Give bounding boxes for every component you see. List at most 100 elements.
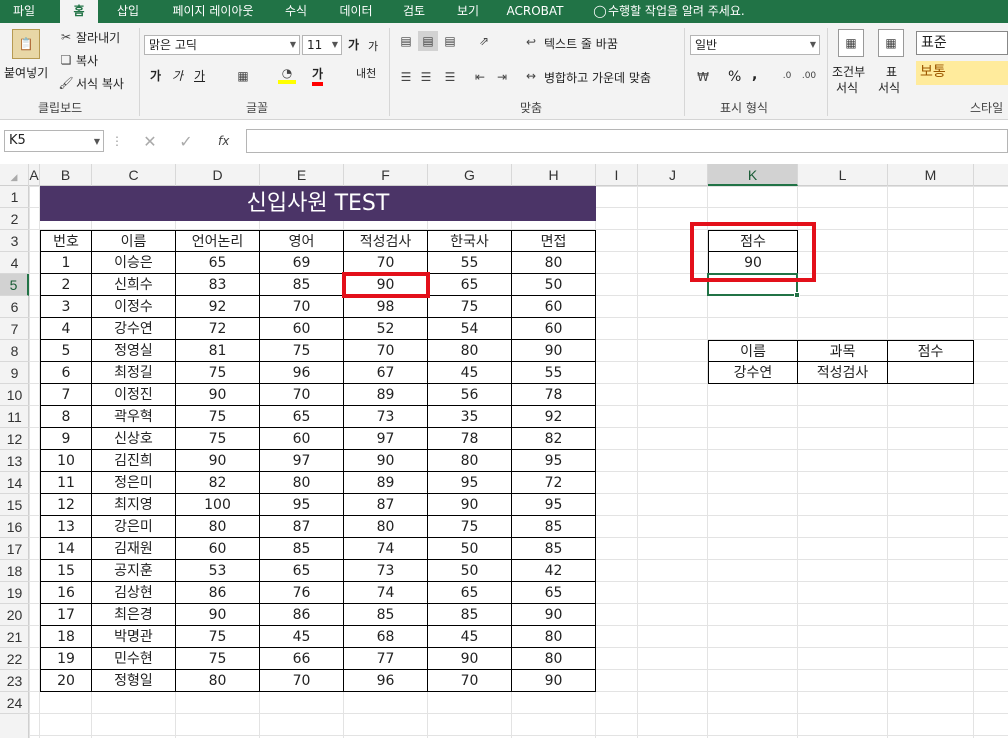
row-header-14[interactable]: 14 <box>0 472 29 494</box>
table-cell[interactable]: 55 <box>512 362 596 384</box>
format-as-table-icon[interactable]: ▦ <box>878 29 904 57</box>
italic-button[interactable]: 가 <box>172 68 183 84</box>
table-cell[interactable]: 신희수 <box>92 274 176 296</box>
tab-file[interactable]: 파일 <box>0 0 48 23</box>
table-cell[interactable]: 민수현 <box>92 648 176 670</box>
font-name-select[interactable]: 맑은 고딕 ▼ <box>144 35 300 55</box>
table-cell[interactable]: 95 <box>260 494 344 516</box>
tab-formulas[interactable]: 수식 <box>276 0 316 23</box>
table-cell[interactable]: 최지영 <box>92 494 176 516</box>
table-cell[interactable]: 90 <box>176 604 260 626</box>
table-cell[interactable]: 74 <box>344 582 428 604</box>
table-cell[interactable]: 86 <box>176 582 260 604</box>
table-cell[interactable]: 70 <box>260 296 344 318</box>
column-header-C[interactable]: C <box>92 164 176 186</box>
table-cell[interactable]: 9 <box>40 428 92 450</box>
table-cell[interactable]: 4 <box>40 318 92 340</box>
style-normal[interactable]: 표준 <box>916 31 1008 55</box>
shrink-font-button[interactable]: 가 <box>368 39 378 55</box>
table-cell[interactable]: 70 <box>344 340 428 362</box>
table-cell[interactable]: 13 <box>40 516 92 538</box>
table-cell[interactable]: 70 <box>260 384 344 406</box>
column-header-H[interactable]: H <box>512 164 596 186</box>
table-cell[interactable]: 8 <box>40 406 92 428</box>
table-cell[interactable]: 97 <box>260 450 344 472</box>
table-cell[interactable]: 87 <box>344 494 428 516</box>
row-header-19[interactable]: 19 <box>0 582 29 604</box>
table-cell[interactable]: 50 <box>512 274 596 296</box>
lookup-header-cell[interactable]: 과목 <box>798 340 888 362</box>
table-header-cell[interactable]: 한국사 <box>428 230 512 252</box>
table-cell[interactable]: 김진희 <box>92 450 176 472</box>
column-header-I[interactable]: I <box>596 164 638 186</box>
align-middle-icon[interactable]: ▤ <box>418 31 438 51</box>
table-cell[interactable]: 이승은 <box>92 252 176 274</box>
paste-button[interactable]: 붙여넣기 <box>4 65 48 81</box>
conditional-format-button[interactable]: 조건부 <box>832 64 865 80</box>
align-bottom-icon[interactable]: ▤ <box>442 33 458 49</box>
table-header-cell[interactable]: 영어 <box>260 230 344 252</box>
table-cell[interactable]: 70 <box>260 670 344 692</box>
row-header-4[interactable]: 4 <box>0 252 29 274</box>
table-cell[interactable]: 박명관 <box>92 626 176 648</box>
merge-icon[interactable]: ↔ <box>524 69 538 83</box>
tell-me-search[interactable]: 수행할 작업을 알려 주세요. <box>608 0 764 23</box>
table-cell[interactable]: 60 <box>260 428 344 450</box>
table-cell[interactable]: 85 <box>344 604 428 626</box>
table-cell[interactable]: 11 <box>40 472 92 494</box>
table-cell[interactable]: 65 <box>176 252 260 274</box>
phonetic-button[interactable]: 내천 <box>356 66 376 82</box>
align-center-icon[interactable]: ☰ <box>418 69 434 85</box>
tab-review[interactable]: 검토 <box>394 0 434 23</box>
table-cell[interactable]: 최정길 <box>92 362 176 384</box>
row-header-23[interactable]: 23 <box>0 670 29 692</box>
table-cell[interactable]: 98 <box>344 296 428 318</box>
table-cell[interactable]: 85 <box>260 274 344 296</box>
table-cell[interactable]: 90 <box>512 604 596 626</box>
increase-indent-icon[interactable]: ⇥ <box>494 69 510 85</box>
table-cell[interactable]: 65 <box>428 582 512 604</box>
table-cell[interactable]: 80 <box>344 516 428 538</box>
table-cell[interactable]: 60 <box>260 318 344 340</box>
row-header-20[interactable]: 20 <box>0 604 29 626</box>
table-cell[interactable]: 공지훈 <box>92 560 176 582</box>
column-header-K[interactable]: K <box>708 164 798 186</box>
column-header-E[interactable]: E <box>260 164 344 186</box>
table-cell[interactable]: 68 <box>344 626 428 648</box>
table-cell[interactable]: 85 <box>512 516 596 538</box>
table-cell[interactable]: 52 <box>344 318 428 340</box>
tab-view[interactable]: 보기 <box>448 0 488 23</box>
table-cell[interactable]: 70 <box>344 252 428 274</box>
table-cell[interactable]: 65 <box>428 274 512 296</box>
column-header-A[interactable]: A <box>29 164 40 186</box>
row-header-13[interactable]: 13 <box>0 450 29 472</box>
table-cell[interactable]: 강수연 <box>92 318 176 340</box>
row-header-10[interactable]: 10 <box>0 384 29 406</box>
table-cell[interactable]: 14 <box>40 538 92 560</box>
table-cell[interactable]: 75 <box>176 428 260 450</box>
tab-home[interactable]: 홈 <box>60 0 98 23</box>
table-cell[interactable]: 정은미 <box>92 472 176 494</box>
table-cell[interactable]: 82 <box>512 428 596 450</box>
comma-button[interactable]: , <box>752 67 757 83</box>
table-cell[interactable]: 17 <box>40 604 92 626</box>
table-cell[interactable]: 77 <box>344 648 428 670</box>
table-cell[interactable]: 86 <box>260 604 344 626</box>
table-cell[interactable]: 김재원 <box>92 538 176 560</box>
table-cell[interactable]: 19 <box>40 648 92 670</box>
table-cell[interactable]: 80 <box>512 648 596 670</box>
table-cell[interactable]: 이정수 <box>92 296 176 318</box>
table-cell[interactable]: 김상현 <box>92 582 176 604</box>
table-cell[interactable]: 66 <box>260 648 344 670</box>
table-header-cell[interactable]: 이름 <box>92 230 176 252</box>
table-cell[interactable]: 7 <box>40 384 92 406</box>
table-cell[interactable]: 45 <box>428 362 512 384</box>
table-cell[interactable]: 53 <box>176 560 260 582</box>
fill-color-icon[interactable]: ◔ <box>278 66 296 84</box>
table-cell[interactable]: 67 <box>344 362 428 384</box>
cancel-icon[interactable]: ✕ <box>140 131 160 151</box>
column-header-D[interactable]: D <box>176 164 260 186</box>
table-cell[interactable]: 80 <box>512 252 596 274</box>
table-cell[interactable]: 2 <box>40 274 92 296</box>
row-header-15[interactable]: 15 <box>0 494 29 516</box>
